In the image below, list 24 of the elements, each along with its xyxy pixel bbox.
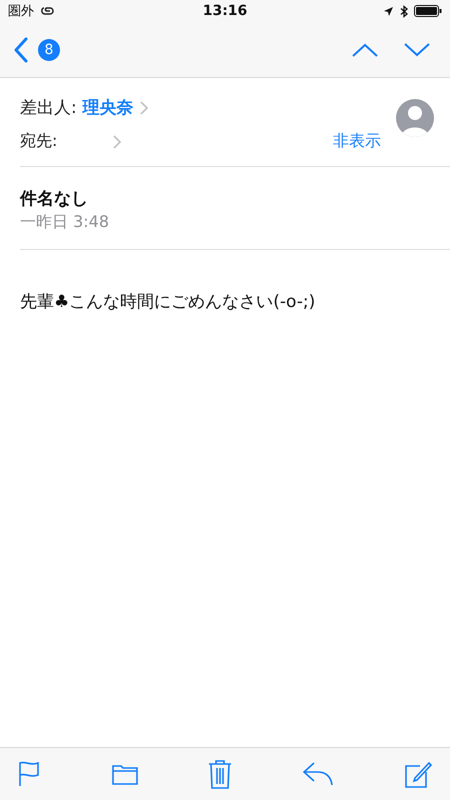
chevron-icon [140,100,148,114]
flag-button[interactable] [18,761,42,787]
to-label: 宛先: [20,131,58,152]
location-icon [383,6,394,16]
battery-icon [414,5,442,17]
from-label: 差出人: [20,97,77,119]
status-time: 13:16 [202,3,248,19]
folder-button[interactable] [112,763,138,785]
trash-button[interactable] [208,759,232,789]
bluetooth-icon [400,4,408,18]
carrier-label: 圏外 [8,3,34,20]
avatar-icon [395,98,435,138]
link-icon [40,5,56,17]
compose-button[interactable] [404,760,432,788]
sender-name[interactable]: 理央奈 [82,96,134,119]
message-date: 一昨日 3:48 [20,212,110,233]
reply-button[interactable] [302,761,334,787]
next-message-button[interactable] [404,42,430,56]
subject-title: 件名なし [20,188,89,210]
chevron-icon [113,134,122,148]
hide-link[interactable]: 非表示 [333,131,381,152]
unread-badge: 8 [38,38,60,60]
message-body: 先輩♣こんな時間にごめんなさい(-o-;) [20,291,316,313]
previous-message-button[interactable] [352,42,378,56]
